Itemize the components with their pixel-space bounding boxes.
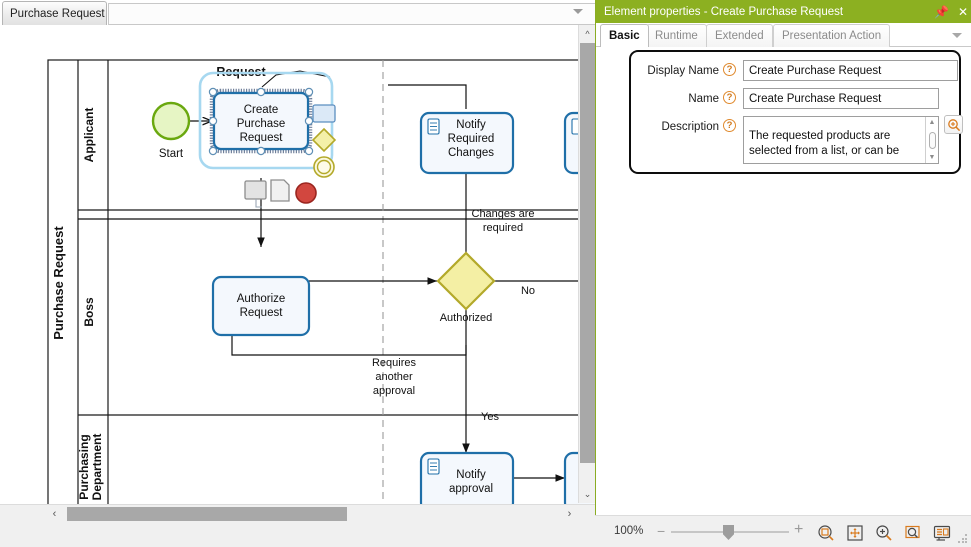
name-input[interactable]: Create Purchase Request	[743, 88, 939, 109]
display-name-input[interactable]: Create Purchase Request	[743, 60, 958, 81]
pin-icon[interactable]: 📌	[934, 6, 949, 18]
svg-text:Changes: Changes	[448, 147, 494, 159]
zoom-status-bar: 100% − +	[595, 515, 971, 547]
zoom-level-label: 100%	[614, 525, 644, 537]
tab-runtime[interactable]: Runtime	[646, 24, 707, 47]
canvas-vertical-scrollbar[interactable]: ^ ⌄	[578, 25, 596, 503]
pool-label: Purchase Request	[51, 226, 66, 340]
edge-label-requires-2: another	[375, 371, 413, 383]
edge-label-no: No	[521, 285, 535, 297]
gateway-label-authorized: Authorized	[440, 312, 493, 324]
vertical-scroll-thumb[interactable]	[580, 43, 595, 463]
description-label: Description	[661, 121, 719, 133]
palette-subprocess-icon	[244, 180, 267, 200]
resize-grip[interactable]	[958, 534, 968, 544]
display-name-help-icon[interactable]: ?	[723, 63, 736, 76]
element-properties-panel: Element properties - Create Purchase Req…	[595, 0, 971, 547]
scroll-down-icon[interactable]: ⌄	[579, 486, 596, 503]
zoom-area-icon[interactable]	[904, 524, 922, 542]
description-scrollbar[interactable]: ▲ ▼	[925, 117, 938, 163]
basic-properties-form: Display Name ? Create Purchase Request N…	[629, 50, 963, 174]
lane-label-applicant: Applicant	[82, 108, 96, 163]
presentation-mode-icon[interactable]	[933, 524, 951, 542]
scroll-left-icon[interactable]: ‹	[45, 505, 64, 523]
edge-label-requires-3: approval	[373, 385, 415, 397]
close-icon[interactable]: ✕	[958, 6, 968, 18]
svg-text:Request: Request	[240, 132, 284, 144]
zoom-slider-thumb[interactable]	[723, 525, 734, 540]
description-scroll-up-icon[interactable]: ▲	[926, 117, 938, 128]
node-authorize-request[interactable]	[211, 275, 311, 337]
svg-text:Create: Create	[244, 104, 279, 116]
description-line-1: The requested products are	[749, 130, 891, 142]
svg-text:Required: Required	[448, 133, 495, 145]
svg-text:Notify: Notify	[456, 469, 486, 481]
field-display-name: Display Name ? Create Purchase Request	[631, 60, 963, 86]
tabs-overflow-icon[interactable]	[952, 33, 962, 38]
description-expand-magnifier-icon[interactable]	[944, 115, 963, 134]
node-create-purchase-request-label: Create Purchase Request	[237, 104, 286, 144]
edge-label-requires-1: Requires	[372, 357, 417, 369]
editor-footer	[0, 523, 595, 547]
zoom-out-button[interactable]: −	[657, 524, 665, 538]
description-help-icon[interactable]: ?	[723, 119, 736, 132]
palette-end-event-icon	[295, 182, 317, 204]
zoom-in-icon[interactable]	[875, 524, 893, 542]
svg-text:Purchase: Purchase	[237, 118, 286, 130]
svg-text:Request: Request	[240, 307, 284, 319]
properties-title-bar: Element properties - Create Purchase Req…	[596, 0, 971, 23]
description-scroll-thumb[interactable]	[928, 132, 936, 149]
display-name-label: Display Name	[647, 65, 719, 77]
canvas-horizontal-scrollbar[interactable]: ‹ ›	[0, 504, 595, 523]
name-label: Name	[688, 93, 719, 105]
bpmn-diagram: Purchase Request Applicant Boss Purchasi…	[47, 59, 595, 513]
svg-text:Authorize: Authorize	[237, 293, 286, 305]
description-textarea[interactable]: The requested products are selected from…	[743, 116, 939, 164]
document-tabstrip: Purchase Request	[0, 0, 595, 25]
field-description: Description ? The requested products are…	[631, 115, 963, 166]
edge-label-changes-required-2: required	[483, 222, 523, 234]
description-line-2: selected from a list, or can be	[749, 145, 900, 157]
zoom-in-button[interactable]: +	[794, 522, 803, 538]
tab-basic[interactable]: Basic	[600, 24, 649, 47]
svg-text:Department: Department	[90, 434, 104, 501]
svg-text:approval: approval	[449, 483, 493, 495]
fit-page-icon[interactable]	[817, 524, 835, 542]
scroll-up-icon[interactable]: ^	[579, 25, 596, 42]
application-window: Purchase Request Purchase Request Applic…	[0, 0, 971, 547]
node-start-event[interactable]	[151, 101, 191, 141]
lane-label-boss: Boss	[82, 297, 96, 327]
diagram-editor: Purchase Request Purchase Request Applic…	[0, 0, 596, 547]
properties-tabs: Basic Runtime Extended Presentation Acti…	[596, 23, 971, 47]
edge-label-changes-required-1: Changes are	[472, 208, 535, 220]
tab-presentation-action[interactable]: Presentation Action	[773, 24, 891, 47]
fit-selection-icon[interactable]	[846, 524, 864, 542]
tabstrip-empty-area	[108, 3, 595, 25]
description-scroll-down-icon[interactable]: ▼	[926, 152, 938, 163]
palette-task-shape-icon	[312, 104, 336, 123]
horizontal-scroll-thumb[interactable]	[67, 507, 347, 521]
properties-title-text: Element properties - Create Purchase Req…	[604, 5, 844, 18]
tab-purchase-request[interactable]: Purchase Request	[2, 1, 107, 25]
field-name: Name ? Create Purchase Request	[631, 88, 963, 114]
lane-label-purchasing: Purchasing Department	[77, 434, 104, 501]
tab-extended[interactable]: Extended	[706, 24, 773, 47]
svg-text:Purchasing: Purchasing	[77, 434, 91, 499]
palette-document-icon	[270, 179, 290, 202]
scroll-right-icon[interactable]: ›	[560, 505, 579, 523]
magnifier-plus-icon	[947, 118, 960, 131]
name-help-icon[interactable]: ?	[723, 91, 736, 104]
diagram-canvas[interactable]: Purchase Request Applicant Boss Purchasi…	[0, 25, 595, 522]
svg-text:Notify: Notify	[456, 119, 486, 131]
tabstrip-dropdown-icon[interactable]	[573, 9, 583, 14]
node-notify-approval[interactable]	[419, 451, 515, 513]
node-start-event-label: Start	[159, 148, 184, 160]
edge-label-yes: Yes	[481, 411, 499, 423]
